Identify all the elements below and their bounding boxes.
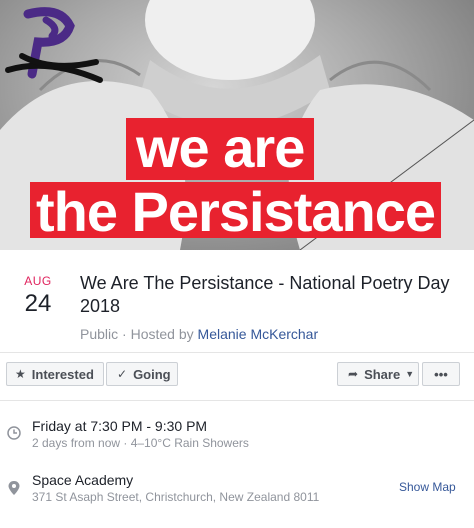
check-icon: ✓ (117, 367, 128, 381)
cover-banner-line1: we are (126, 118, 315, 180)
privacy-label: Public (80, 326, 119, 342)
share-button[interactable]: ➦ Share ▼ (337, 362, 419, 386)
hosted-by-label: Hosted by (130, 326, 194, 342)
share-icon: ➦ (348, 367, 359, 381)
more-options-button[interactable]: ••• (422, 362, 460, 386)
interested-label: Interested (31, 366, 94, 382)
event-subline: Public · Hosted by Melanie McKerchar (80, 326, 318, 342)
venue-address: 371 St Asaph Street, Christchurch, New Z… (32, 490, 320, 504)
interested-button[interactable]: ★ Interested (6, 362, 104, 386)
event-time: Friday at 7:30 PM - 9:30 PM (32, 418, 208, 434)
cover-banner-line2: the Persistance (30, 182, 441, 240)
event-cover-photo[interactable]: we are the Persistance (0, 0, 474, 250)
star-icon: ★ (15, 367, 26, 381)
share-label: Share (364, 366, 401, 382)
venue-name[interactable]: Space Academy (32, 472, 133, 488)
event-day: 24 (24, 290, 52, 317)
more-icon: ••• (434, 366, 448, 382)
clock-icon (7, 426, 21, 440)
separator-dot: · (122, 326, 131, 342)
chevron-down-icon: ▼ (405, 369, 415, 379)
event-month: AUG (24, 274, 52, 288)
event-date: AUG 24 (18, 274, 58, 318)
event-time-sub: 2 days from now · 4–10°C Rain Showers (32, 436, 249, 450)
show-map-link[interactable]: Show Map (399, 480, 456, 494)
going-label: Going (133, 366, 171, 382)
divider (0, 352, 474, 353)
scribble-overlay (5, 7, 103, 83)
event-title: We Are The Persistance - National Poetry… (80, 273, 450, 316)
divider (0, 400, 474, 401)
map-pin-icon (8, 481, 20, 495)
host-link[interactable]: Melanie McKerchar (198, 326, 319, 342)
going-button[interactable]: ✓ Going (106, 362, 178, 386)
